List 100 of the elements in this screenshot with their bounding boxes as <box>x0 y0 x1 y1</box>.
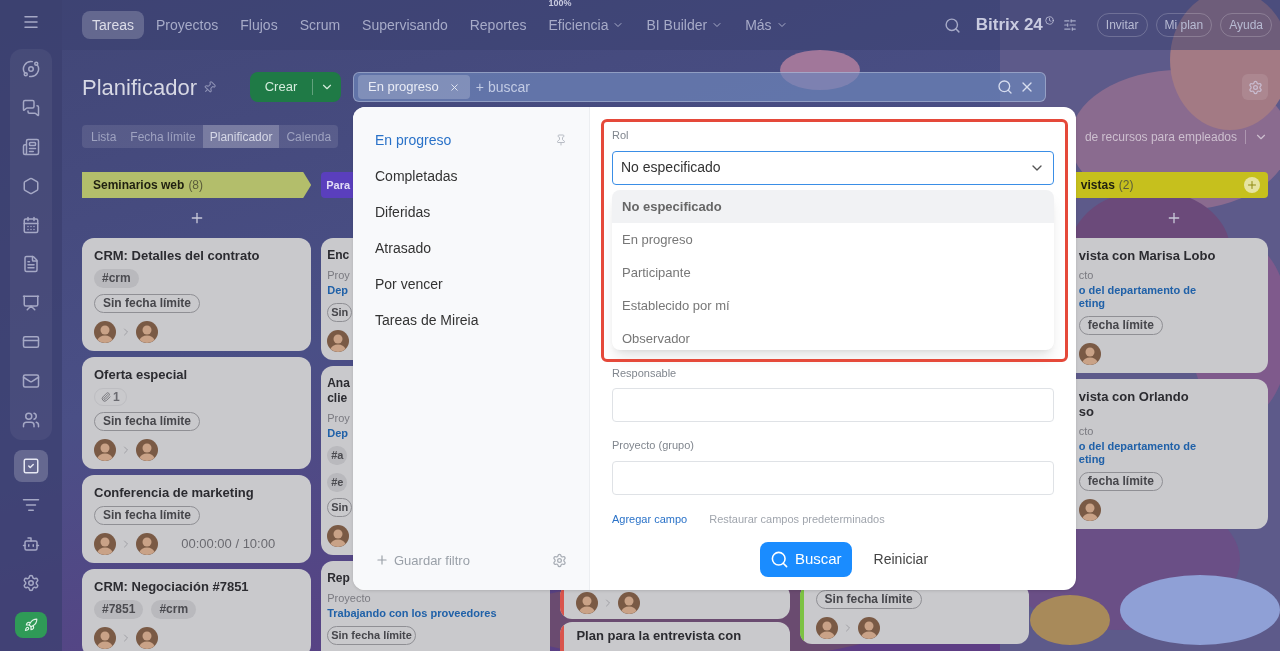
nav-tab[interactable]: Scrum <box>289 11 351 39</box>
plus-icon <box>375 553 389 568</box>
view-tab[interactable]: Fecha límite <box>123 125 203 148</box>
tag[interactable]: #a <box>327 446 348 465</box>
avatar <box>94 321 116 343</box>
role-select[interactable]: No especificado <box>612 150 1054 185</box>
search-button[interactable]: Buscar <box>759 542 852 577</box>
filter-preset[interactable]: Diferidas <box>353 194 589 230</box>
nav-tab[interactable]: Tareas <box>82 11 145 39</box>
settings-icon[interactable] <box>552 552 567 568</box>
view-tab[interactable]: Planificador <box>202 125 280 148</box>
card-title: Enc <box>327 248 351 263</box>
project-link[interactable]: Dep <box>327 284 348 297</box>
settings-button[interactable] <box>1242 74 1268 100</box>
column-title: Para <box>326 177 351 193</box>
settings-icon <box>1247 79 1263 95</box>
view-tab[interactable]: Calenda <box>279 125 339 148</box>
filter-preset[interactable]: Completadas <box>353 158 589 194</box>
task-card[interactable]: Plan para la entrevista con <box>560 622 790 651</box>
presentation-icon <box>22 294 40 312</box>
card-title: Conferencia de marketing <box>94 485 255 500</box>
filter-preset[interactable]: Por vencer <box>353 266 589 302</box>
users-icon <box>22 411 40 429</box>
project-link[interactable]: o del departamento de eting <box>1078 440 1197 466</box>
close-icon[interactable] <box>448 81 460 93</box>
paperclip-icon <box>101 392 111 402</box>
mail-icon <box>22 372 40 390</box>
tag[interactable]: #crm <box>94 269 139 288</box>
avatar <box>327 330 350 352</box>
column-title: Seminarios web <box>93 177 185 194</box>
nav-tab[interactable]: Supervisando <box>352 11 458 39</box>
nav-tab[interactable]: Reportes <box>459 11 537 39</box>
field-label: Proyecto (grupo) <box>612 438 695 453</box>
card-title: CRM: Negociación #7851 <box>94 579 250 594</box>
menu-icon[interactable] <box>22 13 40 31</box>
search-field[interactable]: En progreso + buscar <box>353 72 1046 102</box>
search-icon[interactable] <box>997 79 1013 95</box>
funnel-icon <box>22 496 40 514</box>
tag[interactable]: #e <box>327 473 348 492</box>
checkbox-icon <box>22 457 40 475</box>
resource-dropdown[interactable]: de recursos para empleados <box>1084 125 1268 148</box>
avatar <box>136 439 158 461</box>
card-title: Oferta especial <box>94 367 189 382</box>
hexagon-icon <box>22 177 40 195</box>
sidebar-item[interactable] <box>14 450 48 482</box>
tag[interactable]: #crm <box>151 600 197 619</box>
avatar <box>94 533 116 555</box>
card-icon <box>22 333 40 351</box>
robot-icon <box>22 535 40 553</box>
search-icon[interactable] <box>943 16 961 34</box>
network-icon <box>22 60 40 78</box>
avatar <box>136 533 158 555</box>
view-tab[interactable]: Lista <box>84 125 124 148</box>
project-link[interactable]: Dep <box>327 427 348 440</box>
field-label: Rol <box>612 128 630 143</box>
restore-fields-link[interactable]: Restaurar campos predeterminados <box>709 510 885 527</box>
card-title: Plan para la entrevista con <box>576 628 743 643</box>
add-field-link[interactable]: Agregar campo <box>612 510 688 527</box>
task-card[interactable]: CRM: Negociación #7851 #7851 #crm <box>82 569 312 651</box>
brand-logo[interactable]: Bitrix 24 <box>975 12 1043 38</box>
rocket-icon <box>24 618 38 632</box>
avatar <box>815 617 838 639</box>
column-count: (2) <box>1118 177 1134 194</box>
project-link[interactable]: Trabajando con los proveedores <box>327 607 497 620</box>
avatar <box>94 627 116 649</box>
task-card[interactable]: Oferta especial 1 Sin fecha límite <box>82 357 312 469</box>
timer: 00:00:00 / 10:00 <box>181 535 276 554</box>
filter-preset[interactable]: Atrasado <box>353 230 589 266</box>
input-field[interactable] <box>612 388 1054 422</box>
page-title: Planificador <box>82 73 197 102</box>
sliders-icon[interactable] <box>1062 18 1077 32</box>
role-option[interactable]: No especificado <box>612 190 1054 223</box>
nav-tab[interactable]: Flujos <box>230 11 288 39</box>
efficiency-label: 100% <box>548 0 572 10</box>
avatar <box>136 627 158 649</box>
avatar <box>136 321 158 343</box>
avatar <box>1078 499 1101 521</box>
rocket-button[interactable] <box>15 612 47 638</box>
reset-button[interactable]: Reiniciar <box>873 549 929 570</box>
task-card[interactable]: CRM: Detalles del contrato #crm Sin fecha límite <box>82 238 312 351</box>
avatar <box>576 592 599 614</box>
create-button[interactable]: Crear <box>250 72 341 102</box>
project-label: cto <box>1078 269 1094 282</box>
column-title: vistas <box>1080 177 1115 194</box>
avatar <box>327 525 350 547</box>
card-title: vista con Orlando so <box>1078 389 1190 419</box>
document-icon <box>22 138 40 156</box>
input-field[interactable] <box>612 460 1054 495</box>
avatar <box>1078 343 1101 365</box>
filter-chip[interactable]: En progreso <box>358 75 470 99</box>
project-label: Proy <box>327 412 350 425</box>
nav-tab[interactable]: BI Builder <box>636 11 734 39</box>
avatar <box>94 439 116 461</box>
filter-preset[interactable]: Tareas de Mireia <box>353 302 589 338</box>
project-link[interactable]: o del departamento de eting <box>1078 284 1197 310</box>
task-card[interactable]: Conferencia de marketing Sin fecha límite 00:00:00 / 10:00 <box>82 475 312 563</box>
tag[interactable]: #7851 <box>94 600 144 619</box>
filter-preset[interactable]: En progreso <box>353 122 589 158</box>
nav-tab[interactable]: Más <box>735 11 798 39</box>
nav-tab[interactable]: Proyectos <box>146 11 229 39</box>
